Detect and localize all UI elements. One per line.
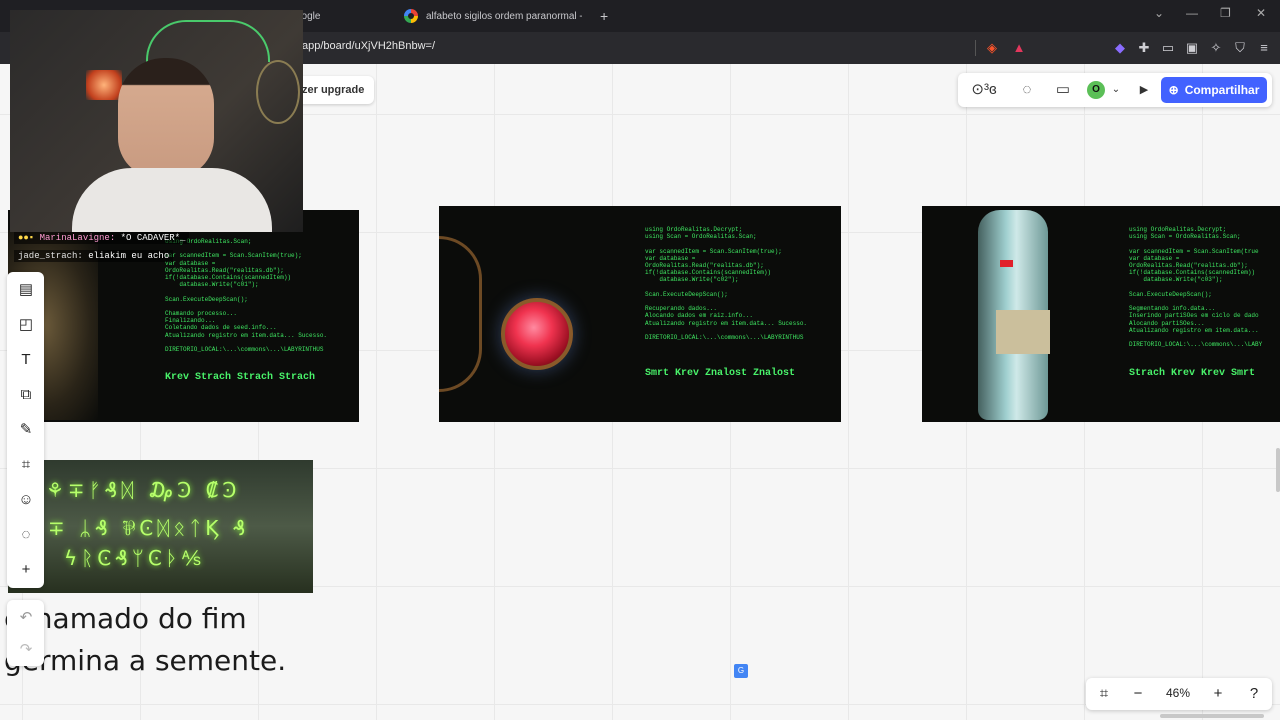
creation-toolbar: ▤ ◰ T ⧉ ✎ ⌗ ☺ ◌ + bbox=[7, 272, 44, 588]
browser-tab-google-search[interactable]: alfabeto sigilos ordem paranormal - Pesq… bbox=[404, 4, 604, 28]
vertical-scrollbar[interactable] bbox=[1276, 448, 1280, 492]
sidebar-icon[interactable]: ▭ bbox=[1159, 39, 1177, 57]
wallet-card-icon[interactable]: ▣ bbox=[1183, 39, 1201, 57]
pen-icon[interactable]: ✎ bbox=[16, 420, 36, 440]
text-icon[interactable]: T bbox=[16, 350, 36, 370]
board-top-toolbar: ⊙³ɞ ◌ ▭ O ⌄ ▶ ⊕ Compartilhar bbox=[958, 73, 1272, 107]
new-tab-button[interactable]: + bbox=[600, 4, 608, 28]
board-image-terminal-3[interactable]: using OrdoRealitas.Decrypt; using Scan =… bbox=[922, 206, 1280, 422]
more-tools-icon[interactable]: + bbox=[16, 560, 36, 580]
brave-shield-icon[interactable]: ◈ bbox=[983, 39, 1001, 57]
user-avatar[interactable]: O bbox=[1087, 81, 1105, 99]
share-button[interactable]: ⊕ Compartilhar bbox=[1161, 77, 1267, 103]
chevron-down-icon[interactable]: ⌄ bbox=[1154, 6, 1164, 20]
zoom-controls: ⌗ − 46% + ? bbox=[1086, 678, 1272, 710]
share-label: Compartilhar bbox=[1184, 83, 1260, 97]
maximize-icon[interactable]: ❐ bbox=[1220, 6, 1231, 20]
neon-sign bbox=[146, 20, 270, 62]
terminal-code: using OrdoRealitas.Decrypt; using Scan =… bbox=[1129, 226, 1263, 349]
fit-to-screen-icon[interactable]: ⌗ bbox=[1094, 684, 1114, 704]
translate-icon[interactable]: G bbox=[734, 664, 748, 678]
text-line: chamado do fim bbox=[19, 602, 247, 635]
zoom-out-icon[interactable]: − bbox=[1128, 684, 1148, 704]
chevron-down-icon[interactable]: ⌄ bbox=[1106, 81, 1126, 99]
video-call-icon[interactable]: ▭ bbox=[1053, 81, 1073, 99]
wallet-icon[interactable]: ◆ bbox=[1111, 39, 1129, 57]
streamer-face bbox=[118, 58, 214, 178]
globe-icon: ⊕ bbox=[1168, 83, 1179, 97]
lamp-glow bbox=[86, 70, 122, 100]
board-image-sigils[interactable]: ⚘∓ᚠ₰ᛞ ₯Ͽ ₡Ͽ ∓ ᛦ₰ ⅌ϾᛞᛟᛏϏ ₰ ϟᚱϾ₰ᛘϾᚦ⅍ bbox=[8, 460, 313, 593]
bottle-label bbox=[996, 310, 1050, 354]
help-icon[interactable]: ? bbox=[1244, 684, 1264, 704]
minimize-icon[interactable]: — bbox=[1186, 6, 1198, 20]
comments-icon[interactable]: ◌ bbox=[1017, 81, 1037, 99]
stream-chat-overlay: ●●▪ MarinaLavigne: *O CADAVER*_ jade_str… bbox=[14, 232, 314, 266]
reactions-icon[interactable]: ⊙³ɞ bbox=[966, 81, 1002, 99]
present-icon[interactable]: ▶ bbox=[1134, 81, 1154, 99]
chat-username: MarinaLavigne: bbox=[39, 233, 116, 243]
streamer-shirt bbox=[72, 168, 272, 232]
chain-decoration bbox=[439, 236, 482, 392]
streamer-webcam bbox=[10, 10, 303, 232]
sigil-row: ϟᚱϾ₰ᛘϾᚦ⅍ bbox=[64, 546, 205, 570]
red-orb-artifact bbox=[501, 298, 573, 370]
terminal-code: using OrdoRealitas.Decrypt; using Scan =… bbox=[645, 226, 808, 342]
sticky-note-icon[interactable]: ◰ bbox=[16, 315, 36, 335]
zoom-in-icon[interactable]: + bbox=[1208, 684, 1228, 704]
sigil-row: ∓ ᛦ₰ ⅌ϾᛞᛟᛏϏ ₰ bbox=[48, 516, 250, 540]
horizontal-scrollbar[interactable] bbox=[1160, 714, 1264, 718]
frame-icon[interactable]: ⌗ bbox=[16, 455, 36, 475]
chat-message: eliakim eu acho bbox=[88, 251, 170, 261]
vpn-icon[interactable]: ⛉ bbox=[1231, 39, 1249, 57]
extensions-icon[interactable]: ✚ bbox=[1135, 39, 1153, 57]
chat-badge-icon: ●●▪ bbox=[18, 233, 35, 243]
redo-icon[interactable]: ↷ bbox=[16, 640, 36, 660]
chat-message: *O CADAVER*_ bbox=[120, 233, 186, 243]
table-icon[interactable]: ▤ bbox=[16, 280, 36, 300]
upgrade-button[interactable]: zer upgrade bbox=[296, 76, 374, 104]
brave-rewards-icon[interactable]: ▲ bbox=[1010, 39, 1028, 57]
undo-icon[interactable]: ↶ bbox=[16, 608, 36, 628]
google-icon bbox=[404, 9, 418, 23]
board-image-terminal-2[interactable]: using OrdoRealitas.Decrypt; using Scan =… bbox=[439, 206, 841, 422]
leo-ai-icon[interactable]: ✧ bbox=[1207, 39, 1225, 57]
red-mark bbox=[1000, 260, 1013, 267]
chat-username: jade_strach: bbox=[18, 251, 83, 261]
zoom-level[interactable]: 46% bbox=[1166, 686, 1190, 700]
close-window-icon[interactable]: ✕ bbox=[1256, 6, 1266, 20]
plus-icon: + bbox=[600, 8, 609, 24]
text-block[interactable]: germina a semente. bbox=[4, 644, 286, 677]
wall-art bbox=[256, 60, 300, 124]
undo-redo-toolbar: ↶ ↷ bbox=[7, 600, 44, 666]
divider bbox=[975, 40, 976, 56]
browser-tab[interactable]: oogle bbox=[296, 4, 386, 28]
url-text[interactable]: app/board/uXjVH2hBnbw=/ bbox=[302, 40, 435, 52]
terminal-phrase: Smrt Krev Znalost Znalost bbox=[645, 368, 796, 379]
tab-title: alfabeto sigilos ordem paranormal - Pesq… bbox=[426, 10, 582, 22]
text-line: germina a semente. bbox=[4, 644, 287, 677]
terminal-phrase: Strach Krev Krev Smrt bbox=[1129, 368, 1256, 379]
menu-icon[interactable]: ≡ bbox=[1255, 39, 1273, 57]
sigil-row: ⚘∓ᚠ₰ᛞ ₯Ͽ ₡Ͽ bbox=[46, 478, 241, 502]
emoji-icon[interactable]: ☺ bbox=[16, 490, 36, 510]
shapes-icon[interactable]: ⧉ bbox=[16, 385, 36, 405]
comment-icon[interactable]: ◌ bbox=[16, 525, 36, 545]
terminal-phrase: Krev Strach Strach Strach bbox=[165, 372, 316, 383]
